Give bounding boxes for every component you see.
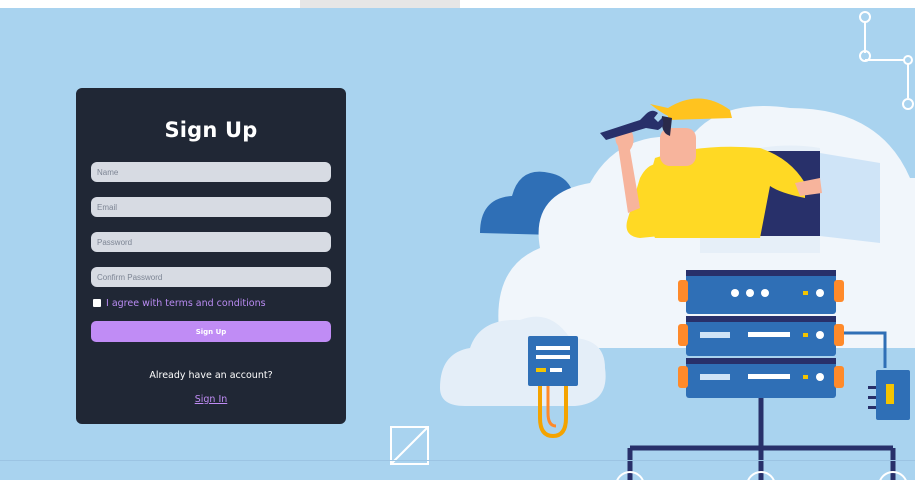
sign-in-link[interactable]: Sign In [91,394,331,405]
confirm-password-field[interactable] [91,267,331,287]
network-tree [627,398,896,480]
agree-label[interactable]: I agree with terms and conditions [106,298,266,309]
signup-card: Sign Up I agree with terms and condition… [76,88,346,424]
agree-row: I agree with terms and conditions [91,296,331,310]
server-rack-icon [678,270,844,398]
agree-checkbox[interactable] [93,299,101,307]
signup-scene: Sign Up I agree with terms and condition… [0,8,915,480]
name-field[interactable] [91,162,331,182]
email-field[interactable] [91,197,331,217]
sign-up-button[interactable]: Sign Up [91,321,331,342]
already-have-account-text: Already have an account? [149,370,273,381]
horizon-line [0,460,915,461]
crossed-square-icon [390,426,429,465]
password-field[interactable] [91,232,331,252]
network-node-icon [859,11,914,110]
page-title: Sign Up [164,118,258,142]
